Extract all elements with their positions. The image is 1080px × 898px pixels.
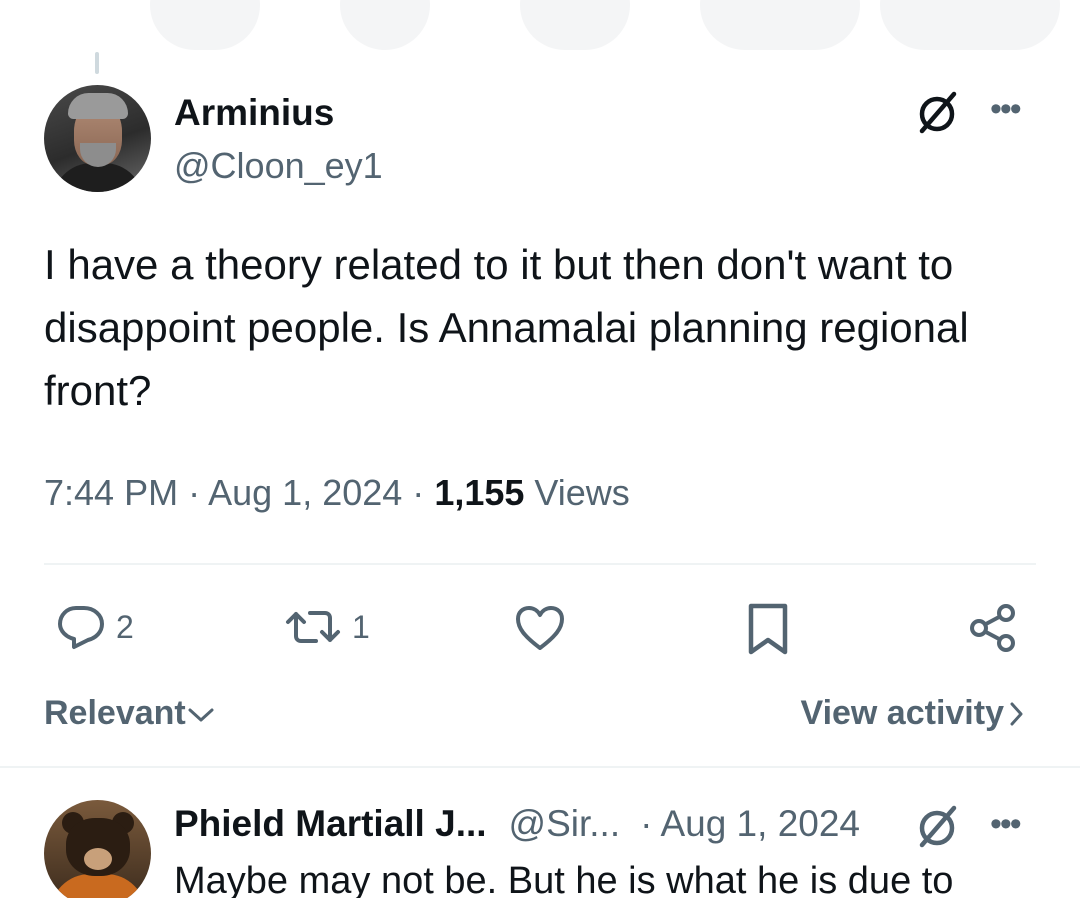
views-count: 1,155 bbox=[434, 472, 525, 513]
divider bbox=[0, 766, 1080, 768]
tweet-date[interactable]: Aug 1, 2024 bbox=[208, 472, 402, 513]
sort-relevant-dropdown[interactable]: Relevant bbox=[44, 694, 216, 733]
reply-separator: · bbox=[640, 803, 653, 844]
meta-separator: · bbox=[188, 472, 201, 513]
retweet-count: 1 bbox=[352, 608, 370, 645]
view-activity-link[interactable]: View activity bbox=[801, 694, 1029, 733]
more-options-icon[interactable]: ••• bbox=[990, 807, 1022, 841]
divider bbox=[44, 563, 1036, 565]
retweet-icon bbox=[286, 611, 340, 643]
reply-display-name[interactable]: Phield Martiall J... bbox=[174, 803, 487, 845]
faded-tab-3 bbox=[520, 0, 630, 50]
heart-icon bbox=[516, 606, 564, 650]
bookmark-button[interactable] bbox=[744, 602, 792, 656]
share-icon bbox=[970, 604, 1015, 652]
author-handle[interactable]: @Cloon_ey1 bbox=[174, 145, 383, 187]
faded-tab-5 bbox=[880, 0, 1060, 50]
reply-count: 2 bbox=[116, 608, 134, 645]
share-button[interactable] bbox=[968, 602, 1020, 654]
tweet-meta: 7:44 PM · Aug 1, 2024 · 1,155 Views bbox=[44, 472, 630, 514]
faded-tab-2 bbox=[340, 0, 430, 50]
grok-icon[interactable] bbox=[912, 802, 962, 852]
author-display-name[interactable]: Arminius bbox=[174, 92, 334, 134]
top-faded-toolbar bbox=[0, 0, 1080, 56]
tweet-time[interactable]: 7:44 PM bbox=[44, 472, 178, 513]
views-label: Views bbox=[534, 472, 630, 513]
tweet-text: I have a theory related to it but then d… bbox=[44, 241, 969, 414]
chevron-down-icon bbox=[188, 708, 214, 721]
view-activity-label: View activity bbox=[800, 694, 1005, 732]
reply-date[interactable]: Aug 1, 2024 bbox=[660, 803, 860, 845]
like-button[interactable] bbox=[514, 604, 566, 652]
bookmark-icon bbox=[748, 603, 788, 655]
faded-tab-1 bbox=[150, 0, 260, 50]
reply-handle[interactable]: @Sir... bbox=[509, 803, 621, 845]
thread-connector-line bbox=[95, 52, 99, 74]
grok-icon[interactable] bbox=[912, 88, 962, 138]
reply-text: Maybe may not be. But he is what he is d… bbox=[174, 860, 954, 898]
more-options-icon[interactable]: ••• bbox=[990, 92, 1022, 126]
reply-button[interactable]: 2 bbox=[56, 604, 134, 650]
sort-label: Relevant bbox=[44, 694, 186, 732]
reply-author-avatar[interactable] bbox=[44, 800, 151, 898]
author-avatar[interactable] bbox=[44, 85, 151, 192]
reply-header: Phield Martiall J... @Sir... · Aug 1, 20… bbox=[174, 803, 860, 845]
chevron-right-icon bbox=[1010, 702, 1023, 725]
faded-tab-4 bbox=[700, 0, 860, 50]
retweet-button[interactable]: 1 bbox=[284, 604, 370, 650]
reply-icon bbox=[58, 606, 104, 649]
meta-separator-2: · bbox=[412, 472, 425, 513]
